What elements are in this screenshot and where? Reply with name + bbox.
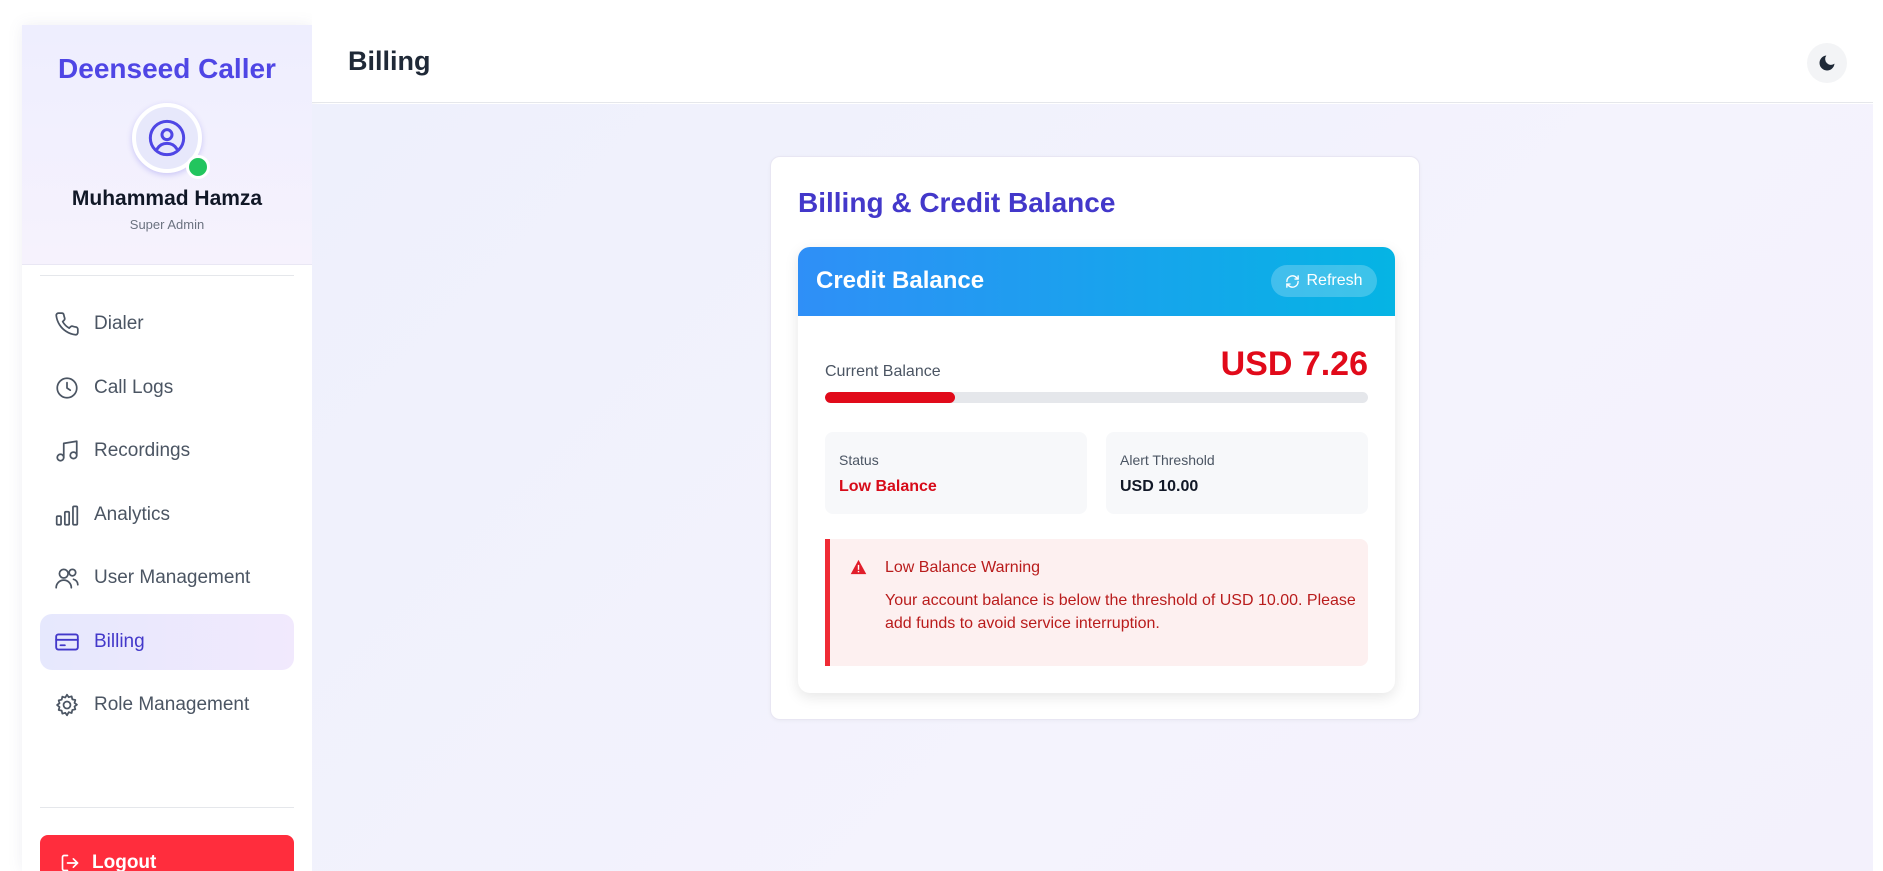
- music-note-icon: [54, 438, 80, 464]
- page-scrollbar[interactable]: [1873, 0, 1883, 871]
- sidebar-item-user-management[interactable]: User Management: [40, 550, 294, 606]
- user-role: Super Admin: [129, 217, 205, 232]
- refresh-icon: [1286, 274, 1300, 288]
- low-balance-warning: Low Balance Warning Your account balance…: [825, 539, 1368, 666]
- sidebar-item-role-management[interactable]: Role Management: [40, 677, 294, 733]
- billing-title: Billing & Credit Balance: [798, 187, 1116, 218]
- warning-message: Your account balance is below the thresh…: [885, 592, 1356, 632]
- balance-progress-fill: [825, 392, 956, 403]
- credit-balance-card: Credit Balance Refresh Current Balance U…: [798, 247, 1395, 693]
- phone-icon: [54, 311, 80, 337]
- logout-label: Logout: [92, 852, 157, 871]
- sidebar-item-label: Analytics: [94, 503, 171, 525]
- sidebar-item-analytics[interactable]: Analytics: [40, 487, 294, 543]
- sidebar-nav: Dialer Call Logs Recordings Analytics Us…: [22, 276, 312, 733]
- sidebar-item-label: Dialer: [94, 313, 144, 334]
- credit-balance-header: Credit Balance Refresh: [798, 247, 1395, 316]
- refresh-button[interactable]: Refresh: [1271, 265, 1377, 297]
- credit-balance-title: Credit Balance: [816, 267, 985, 294]
- sidebar-item-call-logs[interactable]: Call Logs: [40, 360, 294, 416]
- warning-triangle-icon: [850, 559, 867, 575]
- sidebar-item-label: Role Management: [94, 694, 250, 715]
- avatar-wrapper: [132, 103, 210, 179]
- status-box: Status Low Balance: [825, 432, 1087, 514]
- logout-divider: [40, 807, 294, 808]
- sidebar-item-label: Call Logs: [94, 376, 174, 398]
- brand-title: Deenseed Caller: [58, 53, 276, 84]
- user-name: Muhammad Hamza: [71, 187, 263, 210]
- sidebar-item-billing[interactable]: Billing: [40, 613, 294, 670]
- moon-icon: [1819, 55, 1835, 71]
- refresh-label: Refresh: [1306, 272, 1363, 289]
- clock-icon: [54, 375, 80, 401]
- alert-threshold-label: Alert Threshold: [1120, 452, 1215, 468]
- page-title: Billing: [348, 46, 431, 76]
- credit-card-icon: [54, 629, 80, 655]
- alert-threshold-value: USD 10.00: [1120, 478, 1199, 495]
- user-circle-icon: [148, 119, 186, 157]
- sidebar: Deenseed Caller Muhammad Hamza Super Adm…: [22, 25, 312, 871]
- sidebar-item-recordings[interactable]: Recordings: [40, 423, 294, 479]
- sidebar-item-dialer[interactable]: Dialer: [40, 296, 294, 352]
- bar-chart-icon: [54, 502, 80, 528]
- logout-button[interactable]: Logout: [40, 835, 294, 871]
- theme-toggle-button[interactable]: [1807, 43, 1847, 83]
- gear-icon: [54, 692, 80, 718]
- top-header: Billing: [312, 0, 1873, 103]
- sidebar-item-label: Recordings: [94, 440, 191, 461]
- profile-section: Deenseed Caller Muhammad Hamza Super Adm…: [22, 25, 312, 265]
- status-label: Status: [839, 452, 879, 468]
- current-balance-label: Current Balance: [825, 363, 941, 380]
- warning-title: Low Balance Warning: [885, 559, 1041, 576]
- status-value: Low Balance: [839, 478, 937, 495]
- online-status-dot: [186, 155, 210, 179]
- alert-threshold-box: Alert Threshold USD 10.00: [1106, 432, 1368, 514]
- balance-progress-bar: [825, 392, 1368, 403]
- billing-panel: Billing & Credit Balance Credit Balance …: [770, 156, 1420, 720]
- logout-icon: [61, 854, 79, 871]
- users-icon: [54, 565, 80, 591]
- sidebar-item-label: Billing: [94, 630, 145, 652]
- sidebar-item-label: User Management: [94, 567, 251, 588]
- current-balance-amount: USD 7.26: [1220, 345, 1368, 383]
